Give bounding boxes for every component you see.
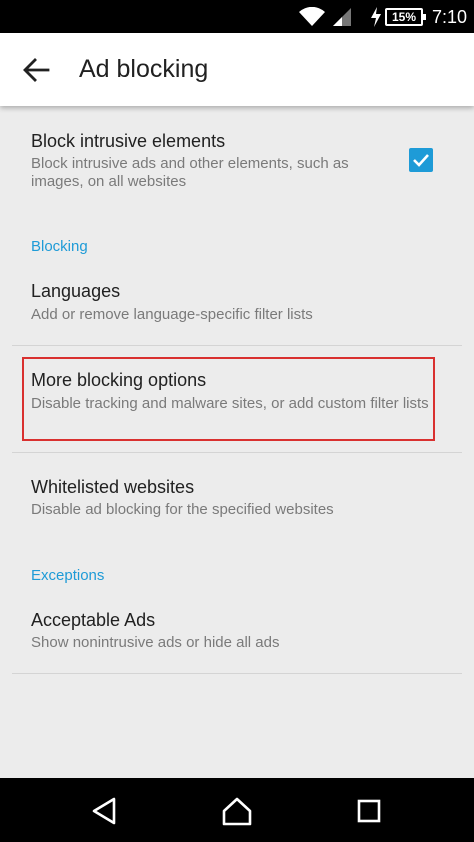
pref-whitelisted-websites[interactable]: Whitelisted websites Disable ad blocking… bbox=[0, 453, 474, 533]
pref-summary: Show nonintrusive ads or hide all ads bbox=[31, 634, 280, 651]
navigation-bar bbox=[0, 778, 474, 842]
signal-icon bbox=[333, 8, 351, 26]
pref-summary: Block intrusive ads and other elements, … bbox=[31, 155, 349, 190]
home-icon[interactable] bbox=[220, 794, 254, 828]
pref-acceptable-ads[interactable]: Acceptable Ads Show nonintrusive ads or … bbox=[0, 593, 474, 671]
charging-icon bbox=[371, 7, 381, 27]
pref-summary: Disable tracking and malware sites, or a… bbox=[31, 395, 429, 412]
back-triangle-icon[interactable] bbox=[88, 794, 122, 828]
pref-title: More blocking options bbox=[31, 370, 207, 390]
arrow-left-icon[interactable] bbox=[22, 57, 50, 83]
checkmark-icon bbox=[413, 154, 429, 167]
pref-summary: Add or remove language-specific filter l… bbox=[31, 306, 313, 323]
pref-title: Languages bbox=[31, 281, 121, 301]
page-title: Ad blocking bbox=[79, 55, 209, 83]
divider bbox=[12, 673, 462, 674]
status-time: 7:10 bbox=[432, 7, 468, 27]
pref-title: Whitelisted websites bbox=[31, 477, 195, 497]
pref-languages[interactable]: Languages Add or remove language-specifi… bbox=[0, 264, 474, 344]
app-bar: Ad blocking bbox=[0, 33, 474, 106]
pref-title: Acceptable Ads bbox=[31, 610, 156, 630]
pref-title: Block intrusive elements bbox=[31, 131, 226, 151]
block-intrusive-checkbox[interactable] bbox=[409, 148, 433, 172]
pref-block-intrusive[interactable]: Block intrusive elements Block intrusive… bbox=[0, 106, 474, 210]
pref-summary: Disable ad blocking for the specified we… bbox=[31, 501, 334, 518]
section-header-exceptions: Exceptions bbox=[31, 567, 105, 584]
section-header-blocking: Blocking bbox=[31, 238, 88, 255]
status-bar: 15% 7:10 bbox=[0, 0, 474, 33]
settings-list: Block intrusive elements Block intrusive… bbox=[0, 106, 474, 778]
pref-more-blocking-options[interactable]: More blocking options Disable tracking a… bbox=[0, 346, 474, 450]
wifi-icon bbox=[299, 7, 325, 26]
battery-icon: 15% bbox=[385, 8, 426, 26]
recents-icon[interactable] bbox=[352, 794, 386, 828]
